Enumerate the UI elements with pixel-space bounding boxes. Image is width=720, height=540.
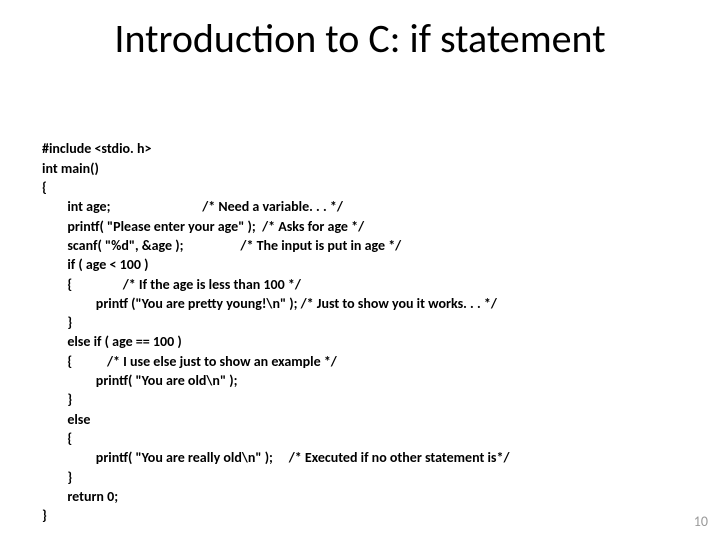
code-line: printf( "You are really old\n" ); /* Exe… <box>42 449 509 466</box>
code-line: { <box>42 430 72 447</box>
code-line: { /* I use else just to show an example … <box>42 353 337 370</box>
code-line: return 0; <box>42 488 118 505</box>
code-line: #include <stdio. h> <box>42 140 151 157</box>
code-line: scanf( "%d", &age ); /* The input is put… <box>42 237 401 254</box>
code-line: int main() <box>42 160 99 177</box>
code-line: } <box>42 469 72 486</box>
code-line: printf ("You are pretty young!\n" ); /* … <box>42 295 497 312</box>
code-line: } <box>42 507 47 524</box>
code-line: else <box>42 411 90 428</box>
code-block: #include <stdio. h> int main() { int age… <box>42 120 678 526</box>
code-line: } <box>42 391 72 408</box>
code-line: printf( "You are old\n" ); <box>42 372 237 389</box>
code-line: { <box>42 179 47 196</box>
slide: Introduction to C: if statement #include… <box>0 0 720 540</box>
code-line: printf( "Please enter your age" ); /* As… <box>42 218 364 235</box>
code-line: int age; /* Need a variable. . . */ <box>42 198 343 215</box>
code-line: { /* If the age is less than 100 */ <box>42 276 301 293</box>
code-line: if ( age < 100 ) <box>42 256 148 273</box>
slide-title: Introduction to C: if statement <box>0 14 720 63</box>
code-line: } <box>42 314 72 331</box>
code-line: else if ( age == 100 ) <box>42 333 182 350</box>
page-number: 10 <box>694 513 708 530</box>
